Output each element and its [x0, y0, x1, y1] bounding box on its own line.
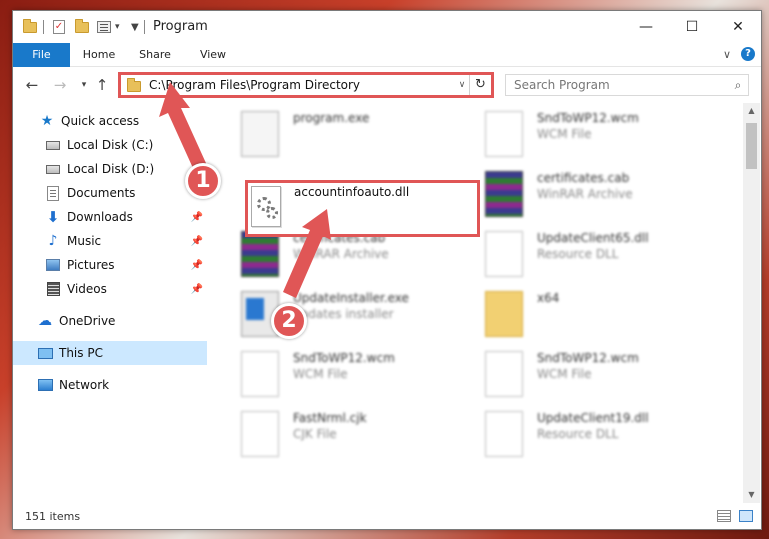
callout-badge-2: 2: [271, 303, 307, 339]
callout-arrows: [159, 82, 331, 298]
callout-badge-1: 1: [185, 163, 221, 199]
callout-arrow-2-icon: [283, 209, 331, 298]
